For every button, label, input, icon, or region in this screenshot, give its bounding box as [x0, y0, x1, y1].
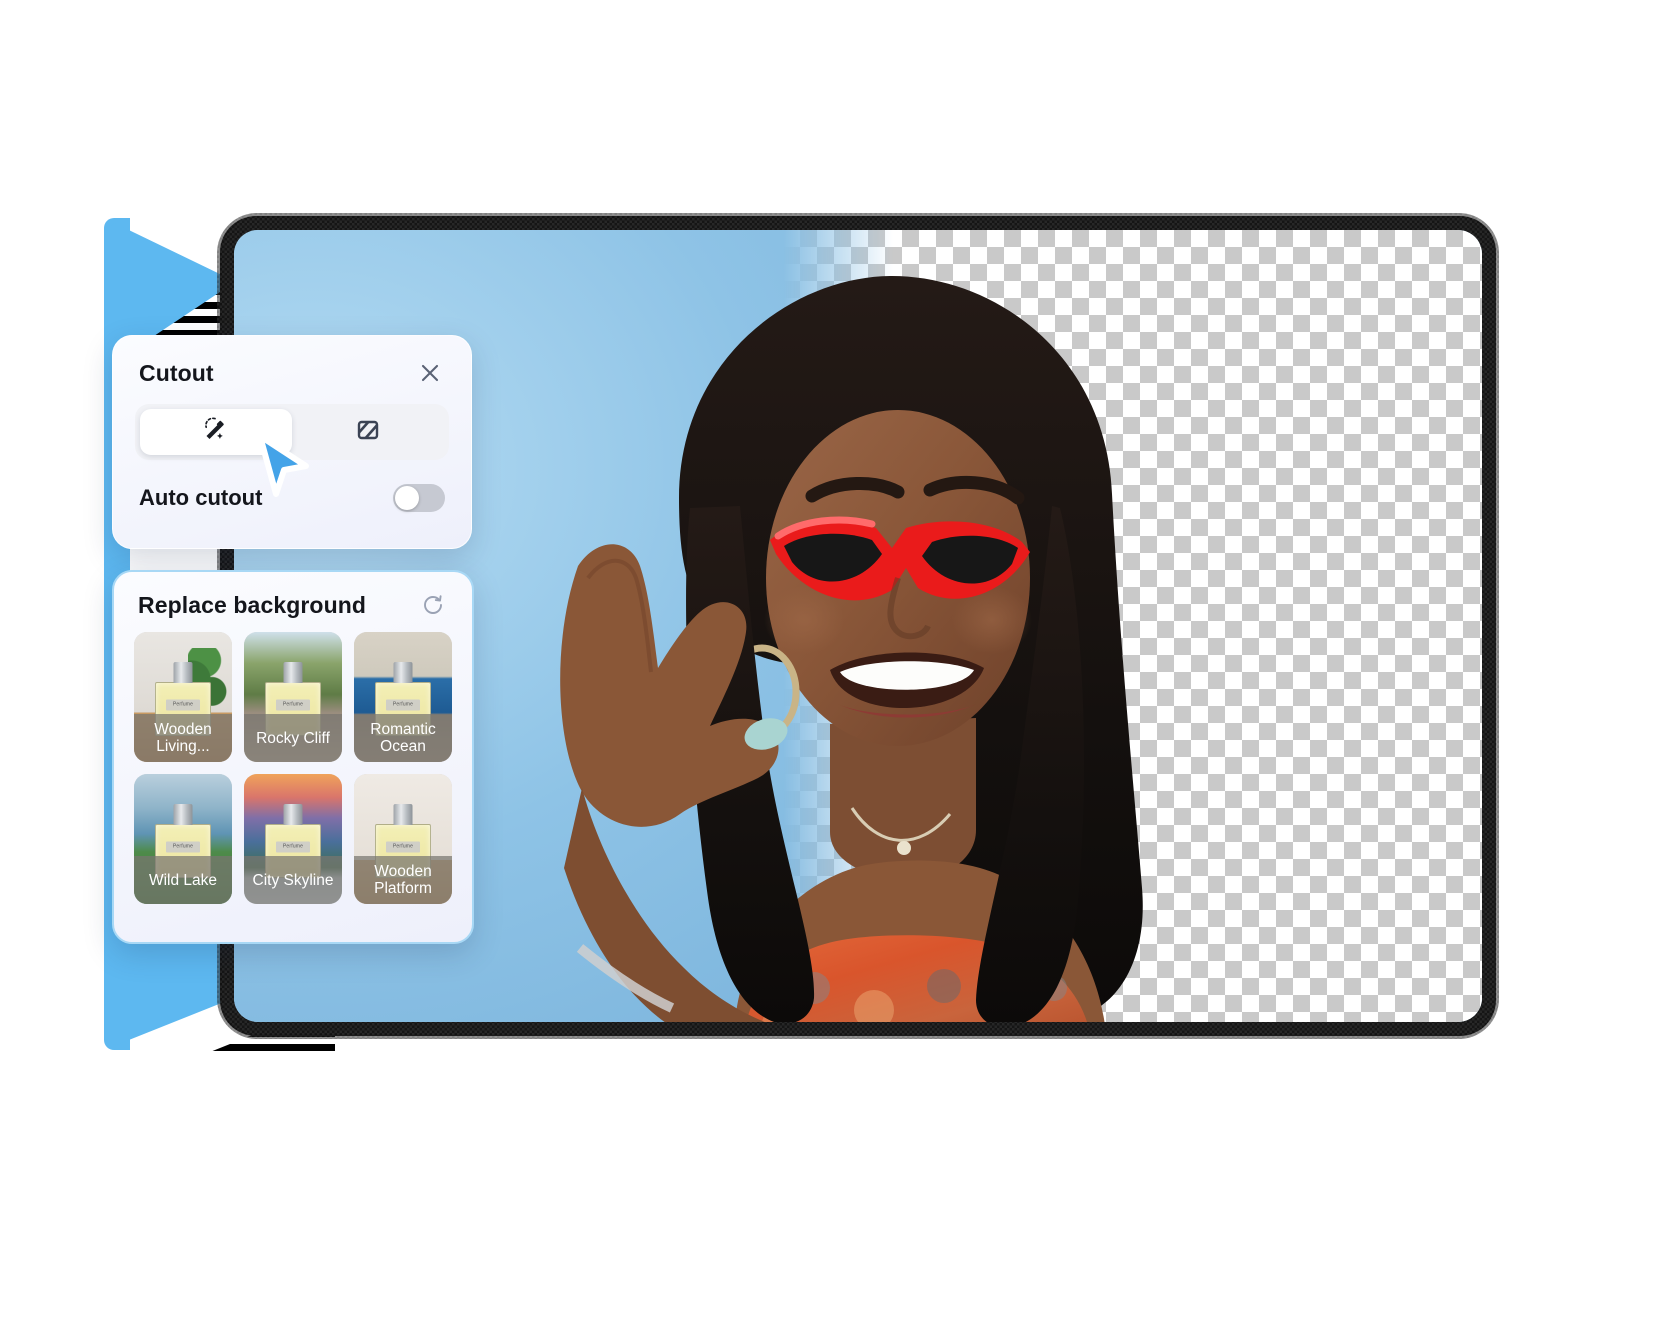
replace-panel-title: Replace background — [138, 591, 367, 618]
cutout-panel-title: Cutout — [139, 359, 214, 386]
thumb-caption: City Skyline — [244, 856, 342, 904]
subject-photo — [560, 276, 1143, 1022]
bottle-label: Perfume — [166, 841, 200, 853]
screenshot-root: Cutout Auto cutout Replace background Pe… — [0, 0, 1680, 1344]
thumb-caption: Wooden Living... — [134, 714, 232, 762]
magic-wand-icon — [201, 415, 231, 450]
replace-panel-header: Replace background — [114, 572, 472, 626]
thumb-caption: Wooden Platform — [354, 856, 452, 904]
background-thumbnail[interactable]: Perfume Romantic Ocean — [354, 632, 452, 762]
background-thumbnail-grid: Perfume Wooden Living... Perfume Rocky C… — [114, 626, 472, 922]
magic-wand-tool[interactable] — [140, 409, 292, 455]
cutout-panel-header: Cutout — [113, 336, 471, 398]
hatched-square-tool[interactable] — [292, 409, 444, 455]
thumb-caption: Rocky Cliff — [244, 714, 342, 762]
auto-cutout-label: Auto cutout — [139, 485, 263, 510]
toggle-knob — [395, 486, 419, 510]
bottle-label: Perfume — [166, 699, 200, 711]
necklace-pendant — [897, 841, 911, 855]
auto-cutout-row: Auto cutout — [113, 460, 471, 512]
refresh-counterclockwise-icon[interactable] — [418, 590, 448, 620]
bottle-label: Perfume — [276, 841, 310, 853]
background-thumbnail[interactable]: Perfume Rocky Cliff — [244, 632, 342, 762]
cutout-panel: Cutout Auto cutout — [112, 335, 472, 549]
background-thumbnail[interactable]: Perfume Wooden Platform — [354, 774, 452, 904]
replace-background-panel: Replace background Perfume Wooden Living… — [112, 570, 474, 944]
background-thumbnail[interactable]: Perfume City Skyline — [244, 774, 342, 904]
auto-cutout-toggle[interactable] — [393, 484, 445, 512]
thumb-caption: Wild Lake — [134, 856, 232, 904]
thumb-caption: Romantic Ocean — [354, 714, 452, 762]
hatched-square-icon — [353, 415, 383, 450]
cutout-tool-segmented-control — [135, 404, 449, 460]
bottle-label: Perfume — [276, 699, 310, 711]
bottle-label: Perfume — [386, 841, 420, 853]
background-thumbnail[interactable]: Perfume Wild Lake — [134, 774, 232, 904]
close-icon[interactable] — [415, 358, 445, 388]
background-thumbnail[interactable]: Perfume Wooden Living... — [134, 632, 232, 762]
bottle-label: Perfume — [386, 699, 420, 711]
